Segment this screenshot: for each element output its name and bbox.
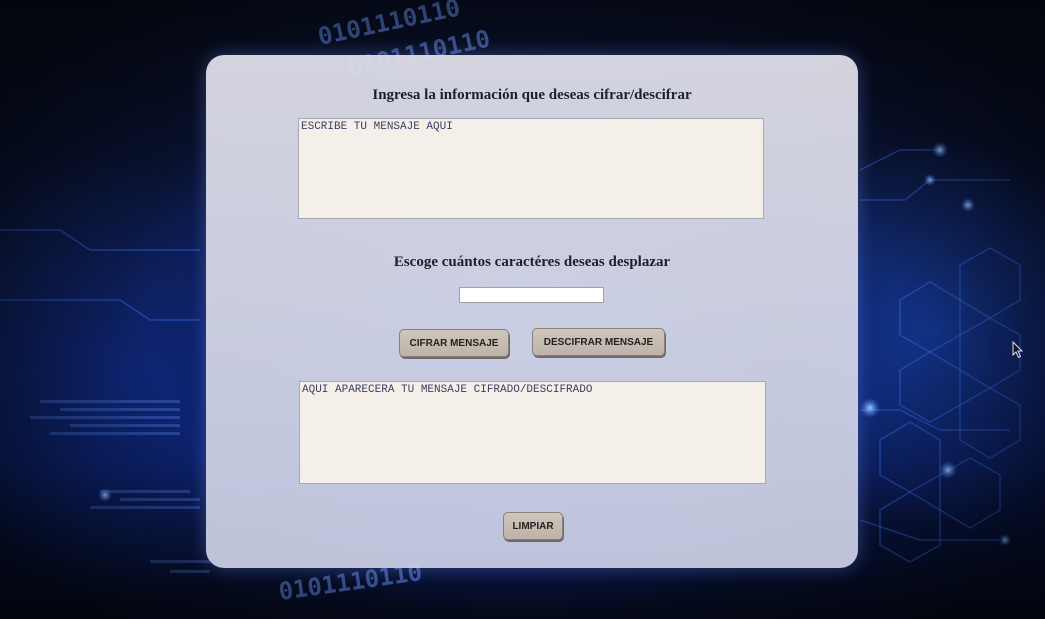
message-input[interactable]: [298, 118, 764, 219]
cipher-form-panel: Ingresa la información que deseas cifrar…: [206, 55, 858, 568]
mouse-pointer-icon: [1012, 340, 1024, 364]
encrypt-button[interactable]: CIFRAR MENSAJE: [399, 329, 509, 357]
result-output[interactable]: [299, 381, 766, 484]
shift-input[interactable]: [459, 287, 604, 303]
input-heading: Ingresa la información que deseas cifrar…: [372, 87, 692, 103]
clear-button[interactable]: LIMPIAR: [503, 512, 563, 540]
shift-heading: Escoge cuántos caractéres deseas desplaz…: [393, 254, 671, 270]
decrypt-button[interactable]: DESCIFRAR MENSAJE: [532, 328, 665, 356]
